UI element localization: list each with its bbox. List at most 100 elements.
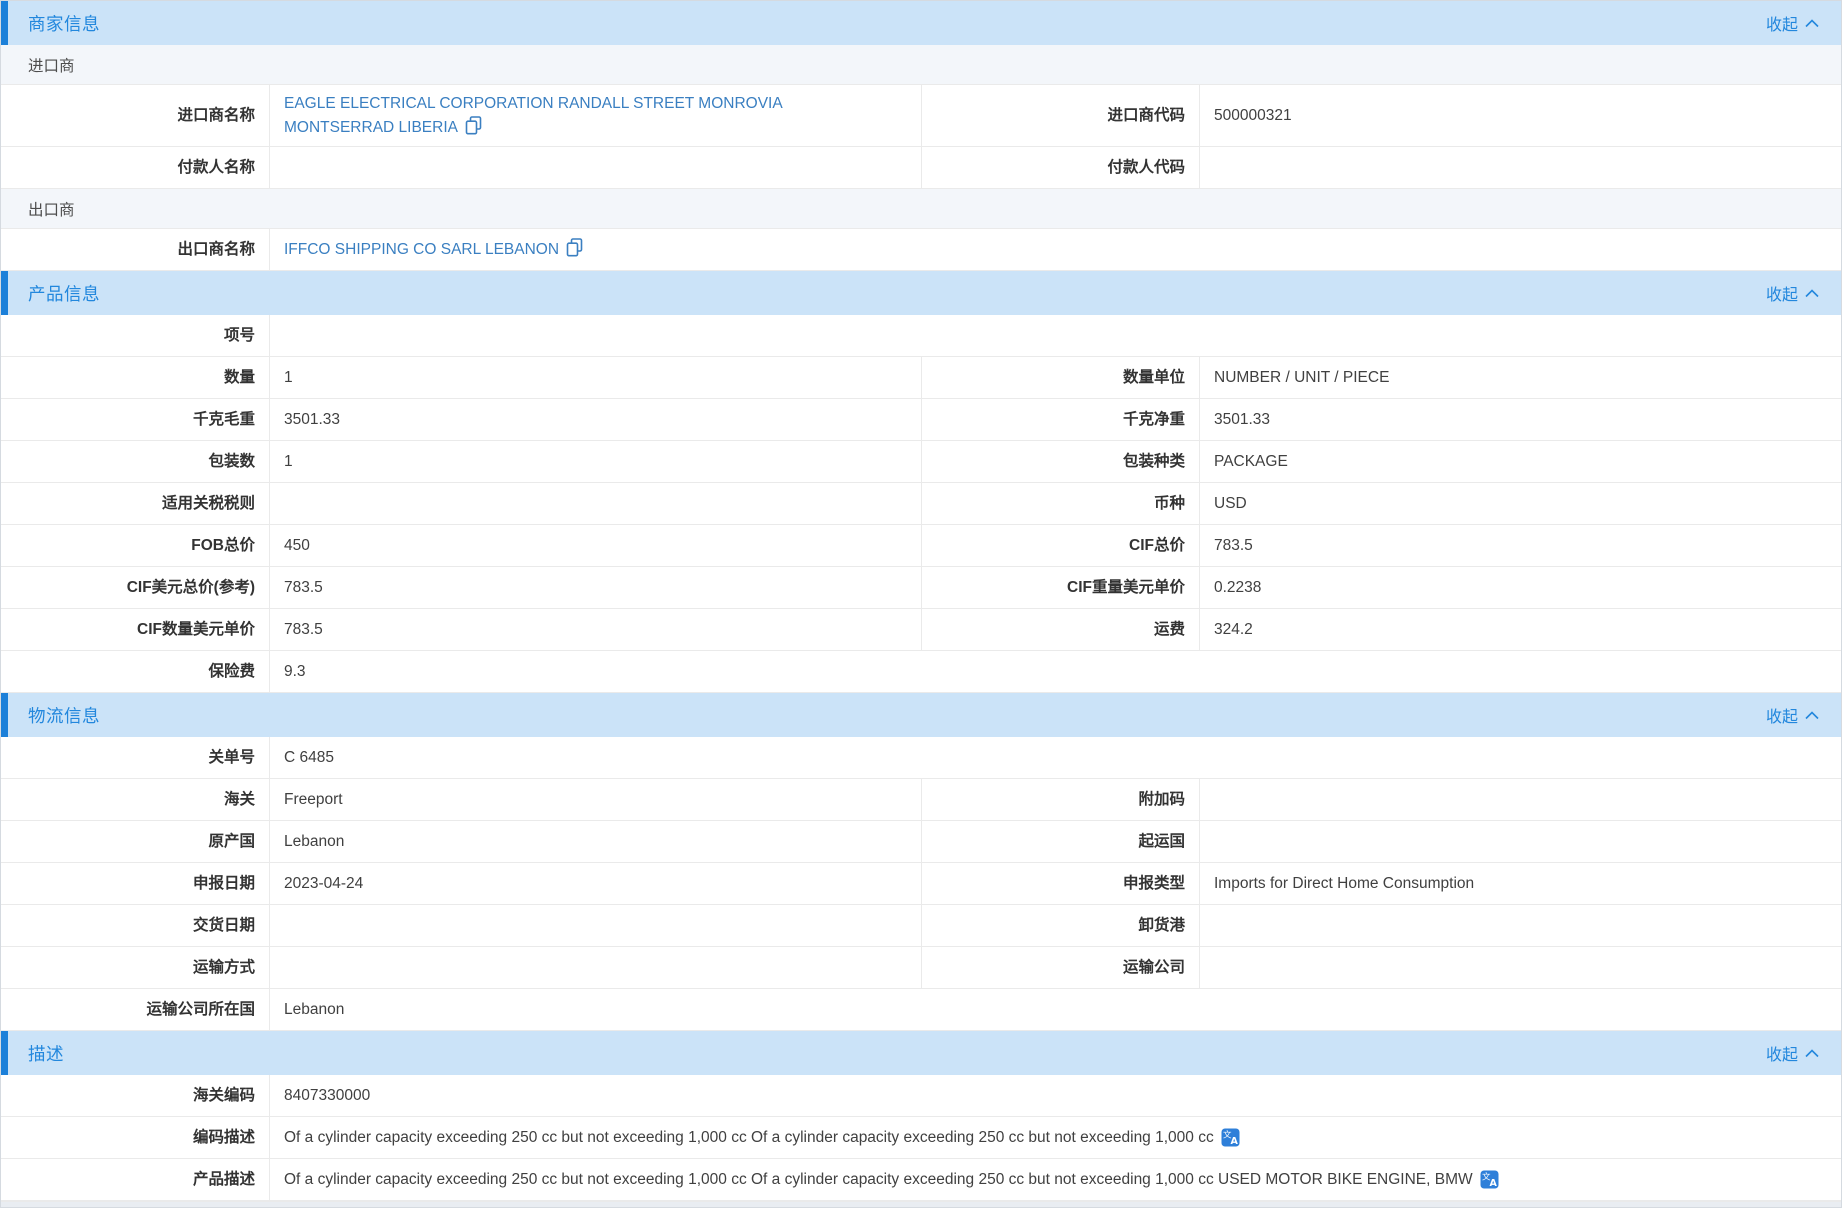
- field-label: 千克净重: [921, 399, 1199, 440]
- field-value: Of a cylinder capacity exceeding 250 cc …: [269, 1159, 1841, 1200]
- chevron-up-icon: [1805, 19, 1819, 28]
- section-title-logistics: 物流信息: [28, 703, 100, 728]
- field-value: 1: [269, 441, 921, 482]
- field-label: FOB总价: [1, 525, 269, 566]
- collapse-button-description[interactable]: 收起: [1766, 1041, 1819, 1065]
- section-title-description: 描述: [28, 1041, 64, 1066]
- field-value: Lebanon: [269, 821, 921, 862]
- field-label: 产品描述: [1, 1159, 269, 1200]
- field-value: 500000321: [1199, 85, 1841, 146]
- field-value: Freeport: [269, 779, 921, 820]
- collapse-button-product[interactable]: 收起: [1766, 281, 1819, 305]
- row-quantity: 数量 1 数量单位 NUMBER / UNIT / PIECE: [1, 357, 1841, 399]
- field-value: NUMBER / UNIT / PIECE: [1199, 357, 1841, 398]
- field-label: 编码描述: [1, 1117, 269, 1158]
- row-transport-company-country: 运输公司所在国 Lebanon: [1, 989, 1841, 1031]
- field-value: Lebanon: [269, 989, 1841, 1030]
- field-value: 324.2: [1199, 609, 1841, 650]
- field-label: 海关编码: [1, 1075, 269, 1116]
- translate-icon[interactable]: 文A: [1221, 1128, 1240, 1147]
- field-label: 包装数: [1, 441, 269, 482]
- row-cif-usd-total: CIF美元总价(参考) 783.5 CIF重量美元单价 0.2238: [1, 567, 1841, 609]
- field-label: 交货日期: [1, 905, 269, 946]
- field-label: 项号: [1, 315, 269, 356]
- field-value: 1: [269, 357, 921, 398]
- row-gross-weight: 千克毛重 3501.33 千克净重 3501.33: [1, 399, 1841, 441]
- section-title-product: 产品信息: [28, 281, 100, 306]
- section-title-merchant: 商家信息: [28, 11, 100, 36]
- row-tariff: 适用关税税则 币种 USD: [1, 483, 1841, 525]
- field-value: 783.5: [269, 609, 921, 650]
- field-label: 适用关税税则: [1, 483, 269, 524]
- collapse-label: 收起: [1766, 281, 1798, 305]
- subheader-importer: 进口商: [1, 45, 1841, 85]
- field-label: 附加码: [921, 779, 1199, 820]
- code-desc-text: Of a cylinder capacity exceeding 250 cc …: [284, 1127, 1214, 1149]
- translate-icon[interactable]: 文A: [1480, 1170, 1499, 1189]
- row-importer-name: 进口商名称 EAGLE ELECTRICAL CORPORATION RANDA…: [1, 85, 1841, 147]
- field-label: 数量单位: [921, 357, 1199, 398]
- field-label: 运费: [921, 609, 1199, 650]
- field-label: CIF数量美元单价: [1, 609, 269, 650]
- row-delivery-date: 交货日期 卸货港: [1, 905, 1841, 947]
- row-packages: 包装数 1 包装种类 PACKAGE: [1, 441, 1841, 483]
- field-value: 3501.33: [1199, 399, 1841, 440]
- page-bottom-strip: [1, 1201, 1841, 1207]
- field-value: 3501.33: [269, 399, 921, 440]
- field-label: 数量: [1, 357, 269, 398]
- exporter-name-link[interactable]: IFFCO SHIPPING CO SARL LEBANON: [284, 241, 559, 258]
- importer-name-link[interactable]: EAGLE ELECTRICAL CORPORATION RANDALL STR…: [284, 95, 782, 135]
- field-label: 原产国: [1, 821, 269, 862]
- field-value: [269, 947, 921, 988]
- row-origin-country: 原产国 Lebanon 起运国: [1, 821, 1841, 863]
- svg-text:A: A: [1489, 1178, 1497, 1189]
- chevron-up-icon: [1805, 1049, 1819, 1058]
- section-header-description: 描述 收起: [1, 1031, 1841, 1075]
- product-desc-text: Of a cylinder capacity exceeding 250 cc …: [284, 1169, 1473, 1191]
- field-label: 付款人代码: [921, 147, 1199, 188]
- field-label: CIF重量美元单价: [921, 567, 1199, 608]
- field-value: 0.2238: [1199, 567, 1841, 608]
- field-label: 保险费: [1, 651, 269, 692]
- field-value: [1199, 779, 1841, 820]
- row-hs-code: 海关编码 8407330000: [1, 1075, 1841, 1117]
- field-value: 450: [269, 525, 921, 566]
- field-value: PACKAGE: [1199, 441, 1841, 482]
- field-label: 关单号: [1, 737, 269, 778]
- copy-icon[interactable]: [465, 116, 482, 135]
- collapse-button-logistics[interactable]: 收起: [1766, 703, 1819, 727]
- collapse-label: 收起: [1766, 703, 1798, 727]
- field-label: 运输方式: [1, 947, 269, 988]
- field-value: 2023-04-24: [269, 863, 921, 904]
- field-label: 包装种类: [921, 441, 1199, 482]
- field-value: EAGLE ELECTRICAL CORPORATION RANDALL STR…: [269, 85, 921, 146]
- field-label: 申报类型: [921, 863, 1199, 904]
- copy-icon[interactable]: [566, 238, 583, 257]
- field-label: 申报日期: [1, 863, 269, 904]
- field-label: 起运国: [921, 821, 1199, 862]
- field-label: 出口商名称: [1, 229, 269, 270]
- section-header-merchant: 商家信息 收起: [1, 1, 1841, 45]
- row-transport-mode: 运输方式 运输公司: [1, 947, 1841, 989]
- field-label: 付款人名称: [1, 147, 269, 188]
- row-fob: FOB总价 450 CIF总价 783.5: [1, 525, 1841, 567]
- field-label: CIF总价: [921, 525, 1199, 566]
- row-customs-no: 关单号 C 6485: [1, 737, 1841, 779]
- collapse-button-merchant[interactable]: 收起: [1766, 11, 1819, 35]
- row-payer: 付款人名称 付款人代码: [1, 147, 1841, 189]
- collapse-label: 收起: [1766, 1041, 1798, 1065]
- field-value: [269, 315, 1841, 356]
- row-cif-qty-unit: CIF数量美元单价 783.5 运费 324.2: [1, 609, 1841, 651]
- subheader-exporter: 出口商: [1, 189, 1841, 229]
- field-label: 进口商代码: [921, 85, 1199, 146]
- field-value: [1199, 147, 1841, 188]
- chevron-up-icon: [1805, 711, 1819, 720]
- field-label: 运输公司: [921, 947, 1199, 988]
- field-value: C 6485: [269, 737, 1841, 778]
- collapse-label: 收起: [1766, 11, 1798, 35]
- field-value: 783.5: [269, 567, 921, 608]
- row-customs: 海关 Freeport 附加码: [1, 779, 1841, 821]
- row-code-desc: 编码描述 Of a cylinder capacity exceeding 25…: [1, 1117, 1841, 1159]
- field-value: 783.5: [1199, 525, 1841, 566]
- field-value: Imports for Direct Home Consumption: [1199, 863, 1841, 904]
